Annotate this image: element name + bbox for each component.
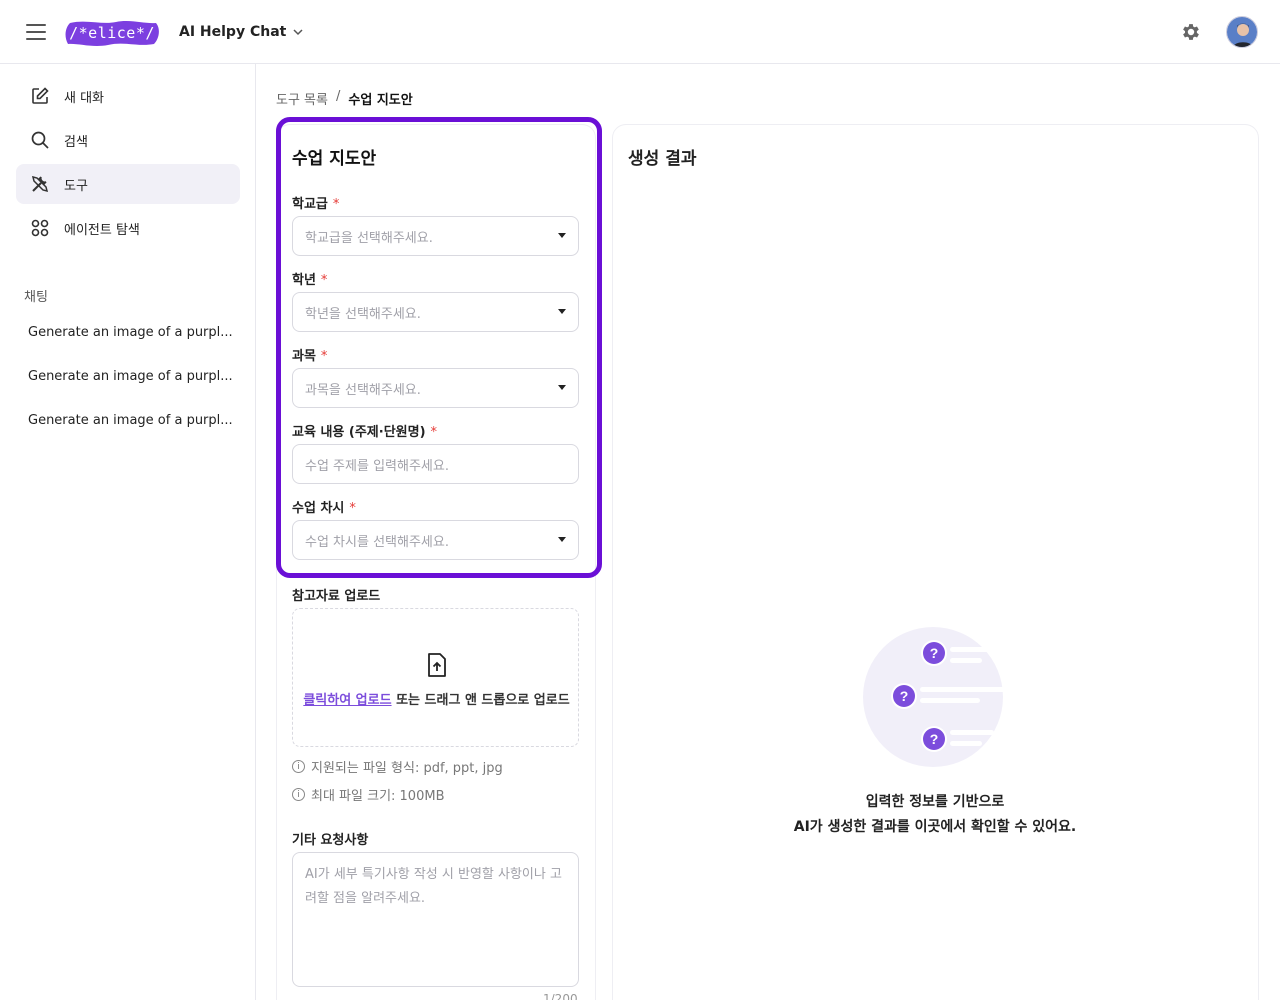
breadcrumb-current: 수업 지도안 <box>348 93 413 108</box>
session-select[interactable]: 수업 차시를 선택해주세요. <box>292 520 579 560</box>
dropdown-caret-icon <box>558 385 566 390</box>
info-icon: i <box>292 788 305 801</box>
content-label: 교육 내용 (주제·단원명) * <box>292 421 437 440</box>
sidebar-item-search[interactable]: 검색 <box>16 120 240 160</box>
form-title: 수업 지도안 <box>292 149 377 169</box>
chat-history-item[interactable]: Generate an image of a purpl... <box>16 402 240 438</box>
result-card <box>612 124 1259 1000</box>
field-label-text: 수업 차시 <box>292 501 345 516</box>
content-input[interactable]: 수업 주제를 입력해주세요. <box>292 444 579 484</box>
field-label-text: 학교급 <box>292 197 328 212</box>
file-upload-dropzone[interactable]: 클릭하여 업로드 또는 드래그 앤 드롭으로 업로드 <box>292 608 579 747</box>
app-name: AI Helpy Chat <box>179 24 287 40</box>
edit-icon <box>32 87 49 104</box>
session-label: 수업 차시 * <box>292 497 356 516</box>
file-format-text: 지원되는 파일 형식: pdf, ppt, jpg <box>311 761 503 776</box>
upload-label: 참고자료 업로드 <box>292 589 381 604</box>
extra-request-textarea[interactable]: AI가 세부 특기사항 작성 시 반영할 사항이나 고려할 점을 알려주세요. <box>292 852 579 987</box>
chat-history-item[interactable]: Generate an image of a purpl... <box>16 358 240 394</box>
dropdown-caret-icon <box>558 233 566 238</box>
empty-state-line-1: 입력한 정보를 기반으로 <box>865 794 1005 810</box>
sidebar-item-new-chat[interactable]: 새 대화 <box>16 76 240 116</box>
top-header: /*elice*/ AI Helpy Chat <box>0 0 1280 64</box>
chat-section-label: 채팅 <box>24 290 48 305</box>
select-placeholder: 과목을 선택해주세요. <box>305 382 421 398</box>
select-placeholder: 학교급을 선택해주세요. <box>305 230 433 246</box>
tools-icon <box>31 175 49 193</box>
empty-state-line-2: AI가 생성한 결과를 이곳에서 확인할 수 있어요. <box>793 819 1077 835</box>
dropdown-caret-icon <box>558 309 566 314</box>
user-avatar[interactable] <box>1226 16 1258 48</box>
elice-logo[interactable]: /*elice*/ <box>64 19 160 47</box>
breadcrumb: 도구 목록 / 수업 지도안 <box>276 89 413 108</box>
input-placeholder: 수업 주제를 입력해주세요. <box>305 458 449 474</box>
field-label-text: 교육 내용 (주제·단원명) <box>292 425 426 440</box>
search-icon <box>31 131 49 149</box>
sidebar-item-label: 검색 <box>64 134 88 150</box>
chat-history-item[interactable]: Generate an image of a purpl... <box>16 314 240 350</box>
breadcrumb-separator: / <box>335 89 341 104</box>
info-icon: i <box>292 760 305 773</box>
empty-state-illustration: ? ? ? <box>863 627 1006 767</box>
file-size-info: i 최대 파일 크기: 100MB <box>292 785 445 804</box>
sidebar-item-label: 도구 <box>64 178 88 194</box>
school-level-label: 학교급 * <box>292 193 339 212</box>
select-placeholder: 학년을 선택해주세요. <box>305 306 421 322</box>
sidebar-item-tools[interactable]: 도구 <box>16 164 240 204</box>
required-mark: * <box>320 349 328 364</box>
empty-state-message: 입력한 정보를 기반으로 AI가 생성한 결과를 이곳에서 확인할 수 있어요. <box>760 790 1110 840</box>
subject-label: 과목 * <box>292 345 327 364</box>
sidebar-item-label: 에이전트 탐색 <box>64 222 140 238</box>
svg-text:?: ? <box>930 645 939 661</box>
upload-rest-text: 또는 드래그 앤 드롭으로 업로드 <box>391 693 570 708</box>
required-mark: * <box>332 197 340 212</box>
file-size-text: 최대 파일 크기: 100MB <box>311 789 445 804</box>
gear-icon[interactable] <box>1180 21 1202 43</box>
field-label-text: 학년 <box>292 273 316 288</box>
svg-text:?: ? <box>930 731 939 747</box>
chevron-down-icon <box>293 29 303 36</box>
subject-select[interactable]: 과목을 선택해주세요. <box>292 368 579 408</box>
required-mark: * <box>320 273 328 288</box>
logo-text: /*elice*/ <box>69 24 155 42</box>
result-title: 생성 결과 <box>628 149 697 169</box>
app-switcher[interactable]: AI Helpy Chat <box>179 22 304 42</box>
char-counter: 1/200 <box>543 992 578 1000</box>
svg-text:?: ? <box>900 688 909 704</box>
required-mark: * <box>430 425 438 440</box>
grade-label: 학년 * <box>292 269 327 288</box>
grade-select[interactable]: 학년을 선택해주세요. <box>292 292 579 332</box>
select-placeholder: 수업 차시를 선택해주세요. <box>305 534 449 550</box>
file-format-info: i 지원되는 파일 형식: pdf, ppt, jpg <box>292 757 503 776</box>
sidebar-item-agents[interactable]: 에이전트 탐색 <box>16 208 240 248</box>
file-upload-icon <box>428 653 446 677</box>
dropdown-caret-icon <box>558 537 566 542</box>
sidebar <box>0 64 256 1000</box>
field-label-text: 과목 <box>292 349 316 364</box>
upload-instruction: 클릭하여 업로드 또는 드래그 앤 드롭으로 업로드 <box>293 689 580 708</box>
upload-link[interactable]: 클릭하여 업로드 <box>303 693 391 708</box>
hamburger-menu-icon[interactable] <box>26 24 46 40</box>
extra-request-label: 기타 요청사항 <box>292 833 369 848</box>
required-mark: * <box>349 501 356 516</box>
sidebar-item-label: 새 대화 <box>64 90 105 106</box>
school-level-select[interactable]: 학교급을 선택해주세요. <box>292 216 579 256</box>
breadcrumb-parent[interactable]: 도구 목록 <box>276 89 328 108</box>
agents-icon <box>31 219 49 237</box>
avatar-image <box>1227 17 1257 47</box>
